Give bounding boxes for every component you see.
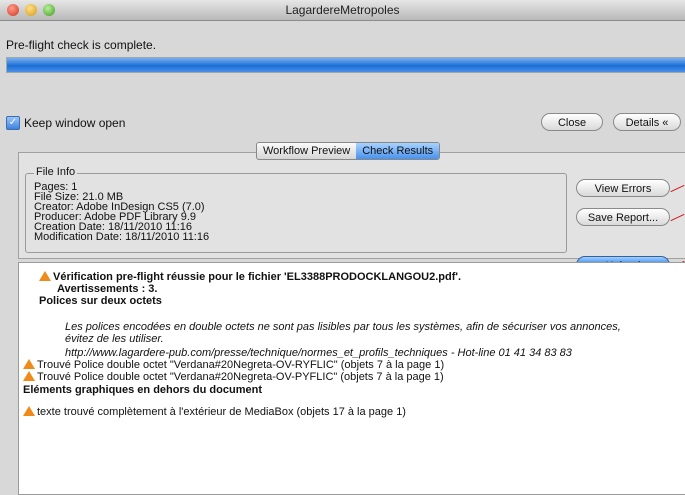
- warning-icon: [23, 371, 35, 381]
- keep-window-open-label: Keep window open: [24, 116, 126, 130]
- modification-date-info: Modification Date: 18/11/2010 11:16: [34, 231, 210, 243]
- window-title: LagardereMetropoles: [285, 3, 400, 17]
- log-line-success: Vérification pre-flight réussie pour le …: [39, 271, 461, 283]
- view-tabs: Workflow Preview Check Results: [256, 142, 441, 160]
- file-info-box: File Info Pages: 1 File Size: 21.0 MB Cr…: [25, 166, 567, 253]
- file-info-legend: File Info: [34, 166, 78, 178]
- log-font-warning-1: Trouvé Police double octet "Verdana#20Ne…: [23, 359, 444, 371]
- log-section-fonts: Polices sur deux octets: [39, 295, 162, 307]
- check-results-log: Vérification pre-flight réussie pour le …: [18, 262, 685, 495]
- warning-icon: [23, 406, 35, 416]
- keep-window-open-checkbox[interactable]: ✓ Keep window open: [6, 116, 125, 130]
- title-bar: LagardereMetropoles: [0, 0, 685, 21]
- warning-icon: [23, 359, 35, 369]
- view-errors-button[interactable]: View Errors: [576, 179, 670, 197]
- log-fonts-desc-2: évitez de les utiliser.: [65, 333, 164, 345]
- log-fonts-desc-1: Les polices encodées en double octets ne…: [65, 321, 621, 333]
- warning-icon: [39, 271, 51, 281]
- details-button[interactable]: Details «: [613, 113, 681, 131]
- results-panel: File Info Pages: 1 File Size: 21.0 MB Cr…: [18, 152, 685, 259]
- status-text: Pre-flight check is complete.: [6, 38, 157, 52]
- tab-workflow-preview[interactable]: Workflow Preview: [257, 143, 356, 159]
- log-font-warning-2: Trouvé Police double octet "Verdana#20Ne…: [23, 371, 444, 383]
- tab-check-results[interactable]: Check Results: [356, 143, 440, 159]
- progress-fill: [7, 58, 685, 72]
- log-fonts-desc-3: http://www.lagardere-pub.com/presse/tech…: [65, 347, 572, 359]
- log-section-graphics: Eléments graphiques en dehors du documen…: [23, 384, 262, 396]
- log-line-warnings-count: Avertissements : 3.: [57, 283, 158, 295]
- progress-bar: [6, 57, 685, 73]
- checkbox-check-icon[interactable]: ✓: [6, 116, 20, 130]
- close-button[interactable]: Close: [541, 113, 603, 131]
- log-graphics-warning: texte trouvé complètement à l'extérieur …: [23, 406, 406, 418]
- save-report-button[interactable]: Save Report...: [576, 208, 670, 226]
